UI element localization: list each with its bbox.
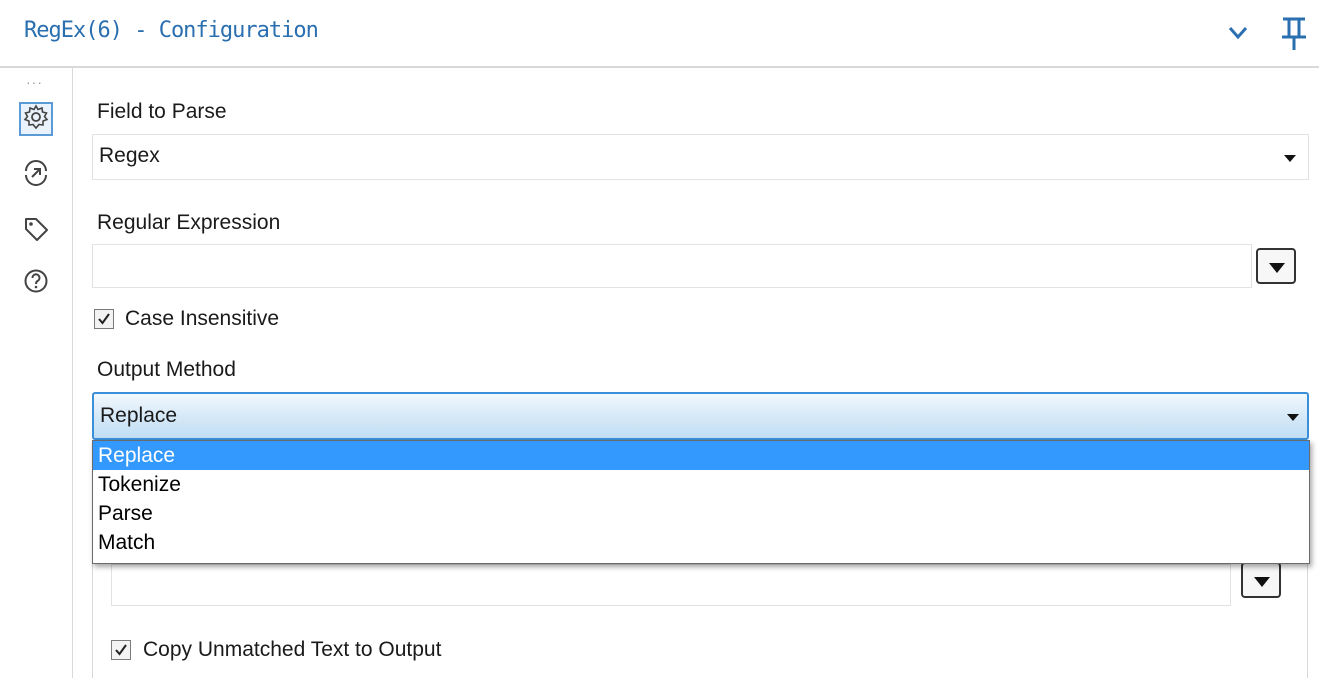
output-method-select[interactable]: Replace [92,392,1309,440]
replacement-text-input[interactable] [111,564,1231,606]
help-icon [23,268,49,299]
arrow-circle-icon [22,159,50,192]
checkmark-icon [98,313,110,325]
option-replace[interactable]: Replace [93,441,1309,470]
option-parse[interactable]: Parse [93,499,1309,528]
sidebar-item-annotation[interactable] [19,214,53,248]
panel-title: RegEx(6) - Configuration [24,18,319,43]
case-insensitive-checkbox[interactable] [94,309,114,329]
output-method-value: Replace [100,404,178,427]
chevron-down-icon [1254,577,1270,587]
field-to-parse-label: Field to Parse [97,100,227,123]
checkmark-icon [115,644,127,656]
regex-builder-button[interactable] [1256,248,1296,284]
grip-icon[interactable]: ··· [26,74,43,90]
replacement-builder-button[interactable] [1241,562,1281,598]
sidebar: ··· [0,68,73,678]
sidebar-item-configuration[interactable] [19,102,53,136]
tag-icon [23,216,49,247]
case-insensitive-label: Case Insensitive [125,307,280,330]
output-method-options: Replace Tokenize Parse Match [92,440,1310,564]
sidebar-item-connection[interactable] [19,158,53,192]
field-to-parse-select[interactable]: Regex [92,134,1309,180]
regular-expression-label: Regular Expression [97,211,281,234]
option-match[interactable]: Match [93,528,1309,557]
output-method-label: Output Method [97,358,236,381]
gear-icon [23,103,49,135]
chevron-down-icon[interactable] [1228,26,1248,45]
regular-expression-input[interactable] [92,244,1252,288]
chevron-down-icon [1284,155,1296,162]
field-to-parse-value: Regex [99,144,160,167]
chevron-down-icon [1287,414,1299,421]
option-tokenize[interactable]: Tokenize [93,470,1309,499]
copy-unmatched-label: Copy Unmatched Text to Output [143,638,442,661]
title-bar: RegEx(6) - Configuration [0,0,1319,68]
sidebar-item-help[interactable] [19,266,53,300]
replace-options-panel: Copy Unmatched Text to Output [92,560,1308,678]
pin-icon[interactable] [1280,16,1308,57]
chevron-down-icon [1269,263,1285,273]
copy-unmatched-checkbox[interactable] [111,640,131,660]
